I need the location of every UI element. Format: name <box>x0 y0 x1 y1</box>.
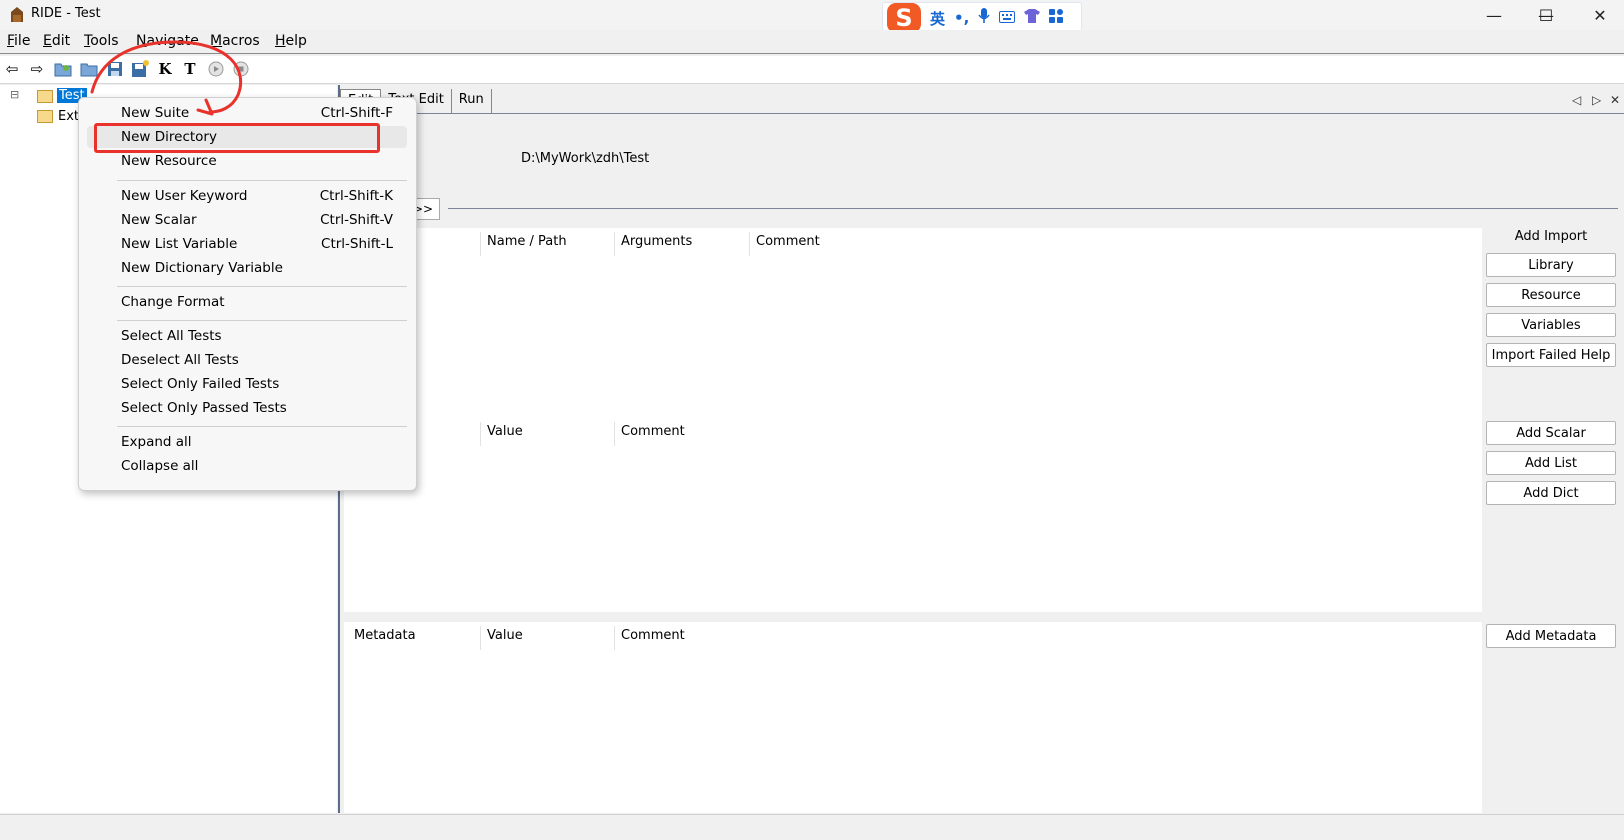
status-bar <box>0 814 1624 840</box>
annotation-arrow <box>90 40 243 116</box>
